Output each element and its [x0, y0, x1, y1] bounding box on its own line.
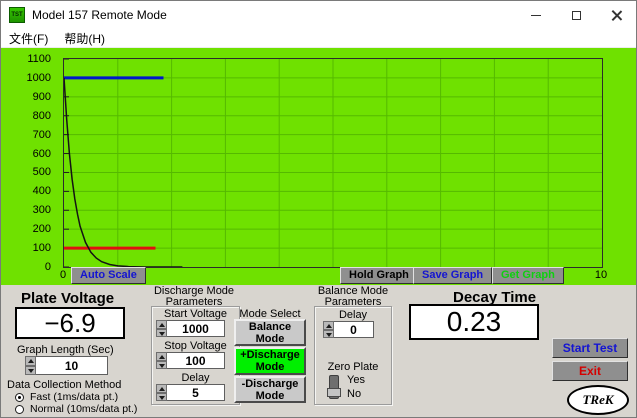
balance-mode-button[interactable]: Balance Mode — [234, 319, 306, 346]
zero-plate-label: Zero Plate — [327, 361, 379, 373]
stop-voltage-control: 100 — [156, 352, 225, 369]
window-title: Model 157 Remote Mode — [32, 8, 167, 22]
start-voltage-label: Start Voltage — [164, 308, 227, 320]
graph-length-label: Graph Length (Sec) — [17, 344, 114, 356]
plot — [63, 58, 603, 268]
minimize-icon — [531, 14, 541, 16]
title-bar: TST Model 157 Remote Mode — [1, 1, 636, 29]
y-tick-label: 200 — [32, 223, 51, 236]
balance-delay-decrement[interactable] — [323, 329, 334, 338]
graph-length-input[interactable]: 10 — [36, 356, 108, 375]
data-collection-label: Data Collection Method — [7, 379, 122, 391]
start-voltage-control: 1000 — [156, 320, 225, 337]
plate-voltage-label: Plate Voltage — [21, 290, 115, 307]
radio-fast[interactable]: Fast (1ms/data pt.) — [15, 391, 118, 403]
x-tick-label: 0 — [59, 269, 67, 281]
menu-file[interactable]: 文件(F) — [9, 30, 48, 47]
plot-svg — [63, 58, 602, 268]
close-icon — [611, 10, 622, 21]
start-voltage-input[interactable]: 1000 — [167, 320, 225, 337]
discharge-delay-input[interactable]: 5 — [167, 384, 225, 401]
y-tick-label: 400 — [32, 185, 51, 198]
start-voltage-decrement[interactable] — [156, 328, 167, 337]
plus-discharge-mode-button[interactable]: +Discharge Mode — [234, 347, 306, 375]
app-window: TST Model 157 Remote Mode 文件(F) 帮助(H) 0 1… — [0, 0, 637, 418]
discharge-delay-control: 5 — [156, 384, 225, 401]
maximize-button[interactable] — [556, 1, 596, 29]
trek-logo: TReK — [567, 385, 629, 415]
discharge-delay-decrement[interactable] — [156, 392, 167, 401]
chart-area: 0 100 200 300 400 500 600 700 800 900 1000 1100 0 10… — [1, 48, 636, 285]
radio-fast-icon — [15, 392, 24, 402]
graph-length-control: 10 — [25, 356, 108, 375]
y-tick-label: 1000 — [26, 71, 51, 84]
stop-voltage-decrement[interactable] — [156, 360, 167, 369]
radio-normal-label: Normal (10ms/data pt.) — [30, 403, 138, 415]
y-tick-label: 100 — [32, 242, 51, 255]
start-voltage-increment[interactable] — [156, 320, 167, 329]
zero-plate-no-label: No — [347, 388, 362, 400]
y-tick-label: 700 — [32, 128, 51, 141]
stop-voltage-input[interactable]: 100 — [167, 352, 225, 369]
balance-delay-label: Delay — [338, 309, 368, 321]
decay-time-display: 0.23 — [409, 304, 539, 340]
stop-voltage-label: Stop Voltage — [164, 340, 227, 352]
y-tick-label: 300 — [32, 204, 51, 217]
menu-bar: 文件(F) 帮助(H) — [1, 29, 636, 48]
y-tick-label: 0 — [44, 261, 51, 273]
auto-scale-button[interactable]: Auto Scale — [71, 267, 146, 284]
exit-button[interactable]: Exit — [552, 361, 628, 381]
graph-length-increment[interactable] — [25, 356, 36, 366]
radio-normal-icon — [15, 404, 24, 414]
y-tick-label: 1100 — [27, 53, 51, 65]
x-tick-label: 10 — [594, 269, 608, 281]
y-tick-label: 500 — [32, 166, 51, 179]
y-axis-labels: 0 100 200 300 400 500 600 700 800 900 1000 1100 — [1, 53, 59, 273]
balance-delay-control: 0 — [323, 321, 374, 338]
control-panel: Plate Voltage −6.9 Graph Length (Sec) 10… — [1, 285, 636, 417]
get-graph-button[interactable]: Get Graph — [492, 267, 564, 284]
maximize-icon — [571, 10, 581, 20]
discharge-delay-increment[interactable] — [156, 384, 167, 393]
balance-delay-increment[interactable] — [323, 321, 334, 330]
plate-voltage-display: −6.9 — [15, 307, 125, 339]
balance-delay-input[interactable]: 0 — [334, 321, 374, 338]
discharge-delay-label: Delay — [181, 372, 210, 384]
minimize-button[interactable] — [516, 1, 556, 29]
zero-plate-toggle[interactable] — [327, 375, 341, 399]
zero-plate-yes-label: Yes — [347, 374, 365, 386]
close-button[interactable] — [596, 1, 636, 29]
radio-normal[interactable]: Normal (10ms/data pt.) — [15, 403, 137, 415]
minus-discharge-mode-button[interactable]: -Discharge Mode — [234, 376, 306, 403]
save-graph-button[interactable]: Save Graph — [413, 267, 493, 284]
radio-fast-label: Fast (1ms/data pt.) — [30, 391, 119, 403]
menu-help[interactable]: 帮助(H) — [64, 30, 105, 47]
window-controls — [516, 1, 636, 29]
y-tick-label: 800 — [32, 109, 51, 122]
graph-length-decrement[interactable] — [25, 365, 36, 375]
trek-logo-text: TReK — [582, 392, 614, 407]
start-test-button[interactable]: Start Test — [552, 338, 628, 358]
zero-plate-toggle-knob[interactable] — [327, 388, 341, 397]
stop-voltage-increment[interactable] — [156, 352, 167, 361]
y-tick-label: 600 — [32, 147, 51, 160]
app-icon: TST — [9, 7, 25, 23]
hold-graph-button[interactable]: Hold Graph — [340, 267, 418, 284]
y-tick-label: 900 — [32, 90, 51, 103]
